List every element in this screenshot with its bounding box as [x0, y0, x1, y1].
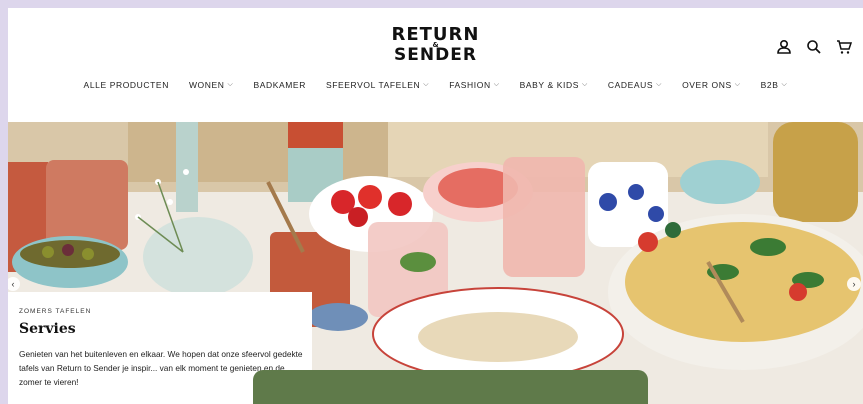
- overlay-panel[interactable]: [253, 370, 648, 404]
- chevron-down-icon: ⌵: [581, 81, 588, 88]
- nav-item-baby-kids[interactable]: BABY & KIDS ⌵: [520, 80, 588, 90]
- hero-kicker: ZOMERS TAFELEN: [19, 308, 92, 315]
- chevron-down-icon: ⌵: [493, 81, 500, 88]
- logo-line2: SENDER: [394, 45, 477, 65]
- account-icon[interactable]: [775, 38, 793, 56]
- nav-item-wonen[interactable]: WONEN ⌵: [189, 80, 234, 90]
- chevron-down-icon: ⌵: [423, 81, 430, 88]
- nav-item-alle-producten[interactable]: ALLE PRODUCTEN: [84, 80, 169, 90]
- carousel-next-arrow[interactable]: ›: [847, 277, 861, 291]
- chevron-down-icon: ⌵: [734, 81, 741, 88]
- brand-logo[interactable]: RETURN & SENDER: [8, 26, 863, 64]
- header-icons: [775, 38, 853, 56]
- chevron-down-icon: ⌵: [781, 81, 788, 88]
- nav-item-badkamer[interactable]: BADKAMER: [253, 80, 306, 90]
- nav-item-fashion[interactable]: FASHION ⌵: [449, 80, 499, 90]
- nav-item-sfeervol-tafelen[interactable]: SFEERVOL TAFELEN ⌵: [326, 80, 429, 90]
- main-nav: ALLE PRODUCTEN WONEN ⌵ BADKAMER SFEERVOL …: [8, 80, 863, 90]
- chevron-down-icon: ⌵: [656, 81, 663, 88]
- chevron-down-icon: ⌵: [227, 81, 234, 88]
- page-frame: RETURN & SENDER ALLE PRODUCTEN WONEN ⌵ BA…: [8, 8, 863, 404]
- search-icon[interactable]: [805, 38, 823, 56]
- nav-item-cadeaus[interactable]: CADEAUS ⌵: [608, 80, 662, 90]
- nav-item-over-ons[interactable]: OVER ONS ⌵: [682, 80, 741, 90]
- nav-item-b2b[interactable]: B2B ⌵: [761, 80, 788, 90]
- hero-title: Servies: [19, 321, 76, 337]
- cart-icon[interactable]: [835, 38, 853, 56]
